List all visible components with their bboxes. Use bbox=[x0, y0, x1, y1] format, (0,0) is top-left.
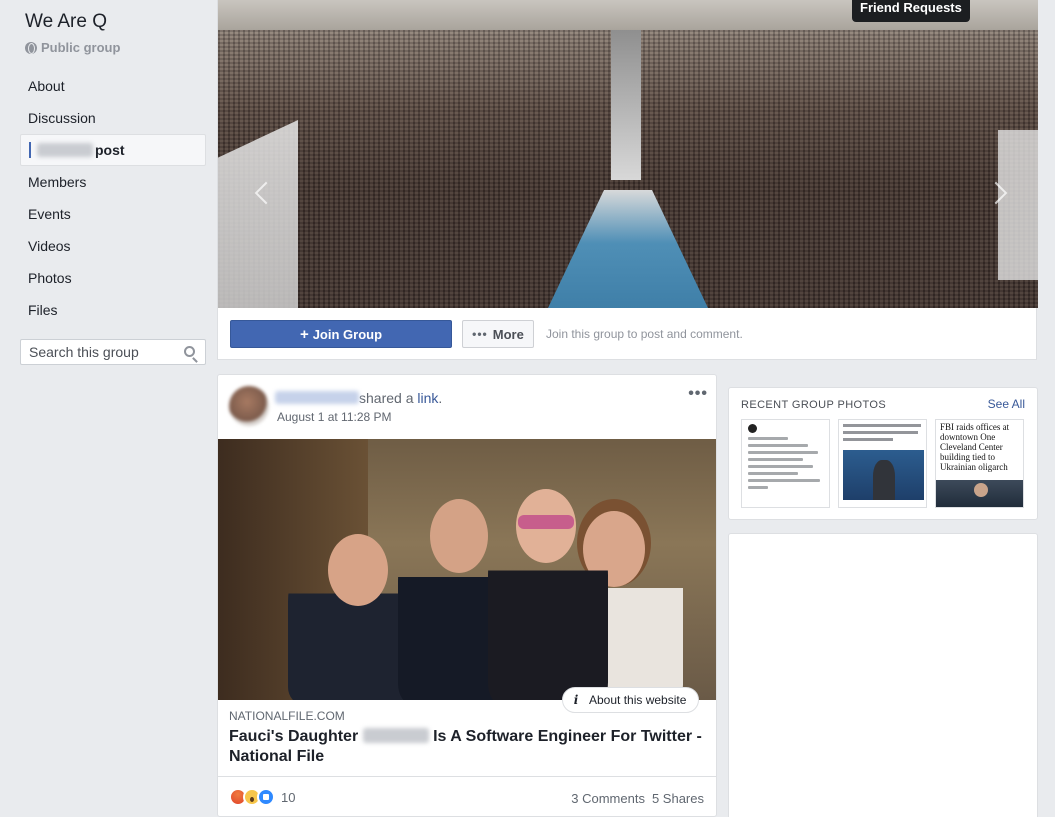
image-person bbox=[488, 489, 608, 700]
reactions-summary[interactable]: 10 bbox=[229, 788, 295, 806]
globe-icon bbox=[25, 41, 37, 54]
redacted-name bbox=[37, 143, 93, 157]
cover-photo[interactable]: Friend Requests bbox=[218, 0, 1038, 308]
image-glasses bbox=[518, 515, 574, 529]
thumbnail-headline: FBI raids offices at downtown One Clevel… bbox=[940, 422, 1010, 472]
post-stats: 3 Comments 5 Shares bbox=[571, 791, 704, 806]
avatar[interactable] bbox=[229, 386, 269, 426]
shares-count[interactable]: 5 Shares bbox=[652, 791, 704, 806]
nav-item-events[interactable]: Events bbox=[20, 198, 206, 230]
image-person-head bbox=[328, 534, 388, 606]
tweet-line bbox=[748, 444, 808, 447]
cover-wing-right bbox=[998, 130, 1038, 280]
nav-item-files[interactable]: Files bbox=[20, 294, 206, 326]
nav-item-members[interactable]: Members bbox=[20, 166, 206, 198]
tweet-line bbox=[748, 465, 813, 468]
group-privacy: Public group bbox=[25, 40, 120, 55]
sidebar-card bbox=[728, 533, 1038, 817]
tweet-line bbox=[748, 486, 768, 489]
reaction-count: 10 bbox=[281, 789, 296, 805]
nav-item-photos[interactable]: Photos bbox=[20, 262, 206, 294]
see-all-link[interactable]: See All bbox=[988, 397, 1025, 411]
tweet-avatar bbox=[748, 424, 757, 433]
post-link-image[interactable] bbox=[218, 439, 716, 700]
cover-stage bbox=[548, 190, 708, 308]
nav-item-discussion[interactable]: Discussion bbox=[20, 102, 206, 134]
info-icon: i bbox=[573, 693, 579, 707]
group-search bbox=[20, 339, 206, 365]
post-shared-text: shared a bbox=[359, 390, 414, 406]
image-person-head bbox=[430, 499, 488, 573]
headline-line bbox=[843, 424, 921, 427]
post-timestamp[interactable]: August 1 at 11:28 PM bbox=[277, 410, 392, 424]
headline-line bbox=[843, 438, 893, 441]
group-privacy-label: Public group bbox=[41, 40, 121, 55]
redacted-author[interactable] bbox=[275, 391, 359, 404]
dots-icon: ••• bbox=[472, 327, 488, 341]
about-website-label: About this website bbox=[589, 693, 687, 707]
group-nav: About Discussion post Members Events Vid… bbox=[20, 70, 206, 326]
nav-item-post[interactable]: post bbox=[20, 134, 206, 166]
more-label: More bbox=[492, 326, 524, 342]
search-input[interactable] bbox=[29, 344, 179, 360]
tv-still bbox=[843, 450, 924, 500]
nav-item-videos[interactable]: Videos bbox=[20, 230, 206, 262]
recent-photos-title: RECENT GROUP PHOTOS bbox=[741, 399, 887, 411]
like-icon bbox=[257, 788, 275, 806]
link-domain[interactable]: NATIONALFILE.COM bbox=[229, 709, 345, 723]
post-card: shared a link. August 1 at 11:28 PM ••• … bbox=[217, 374, 717, 817]
post-link[interactable]: link bbox=[417, 390, 438, 406]
post-period: . bbox=[438, 390, 443, 406]
link-title-part1: Fauci's Daughter bbox=[229, 728, 359, 745]
photo-thumbnail[interactable] bbox=[741, 419, 830, 508]
search-icon[interactable] bbox=[184, 346, 195, 357]
tweet-line bbox=[748, 472, 798, 475]
tweet-line bbox=[748, 451, 818, 454]
nav-item-about[interactable]: About bbox=[20, 70, 206, 102]
join-hint: Join this group to post and comment. bbox=[546, 327, 743, 341]
headline-line bbox=[843, 431, 918, 434]
tweet-line bbox=[748, 437, 788, 440]
link-title[interactable]: Fauci's Daughter Is A Software Engineer … bbox=[229, 727, 709, 767]
recent-photos-card: RECENT GROUP PHOTOS See All FBI raids of… bbox=[728, 387, 1038, 520]
group-sidebar: We Are Q Public group About Discussion p… bbox=[0, 0, 217, 817]
group-name[interactable]: We Are Q bbox=[25, 11, 107, 33]
cover-actions: + Join Group ••• More Join this group to… bbox=[230, 320, 743, 348]
more-button[interactable]: ••• More bbox=[462, 320, 534, 348]
thumbnail-photo bbox=[936, 480, 1023, 507]
cover-card: Friend Requests + Join Group ••• More Jo… bbox=[217, 0, 1038, 360]
comments-count[interactable]: 3 Comments bbox=[571, 791, 645, 806]
divider bbox=[218, 776, 716, 777]
cover-wing-left bbox=[218, 120, 298, 308]
nav-item-post-label: post bbox=[95, 142, 125, 158]
post-options-icon[interactable]: ••• bbox=[688, 385, 708, 403]
tweet-line bbox=[748, 479, 820, 482]
photo-thumbnail[interactable] bbox=[838, 419, 927, 508]
join-group-label: Join Group bbox=[312, 326, 383, 342]
plus-icon: + bbox=[299, 325, 309, 343]
redacted-name bbox=[362, 728, 429, 743]
about-website-button[interactable]: i About this website bbox=[562, 687, 700, 713]
join-group-button[interactable]: + Join Group bbox=[230, 320, 452, 348]
photo-thumbnail[interactable]: FBI raids offices at downtown One Clevel… bbox=[935, 419, 1024, 508]
tweet-line bbox=[748, 458, 803, 461]
cover-tower bbox=[611, 30, 641, 180]
post-header: shared a link. bbox=[275, 390, 443, 406]
friend-requests-tooltip: Friend Requests bbox=[852, 0, 970, 22]
